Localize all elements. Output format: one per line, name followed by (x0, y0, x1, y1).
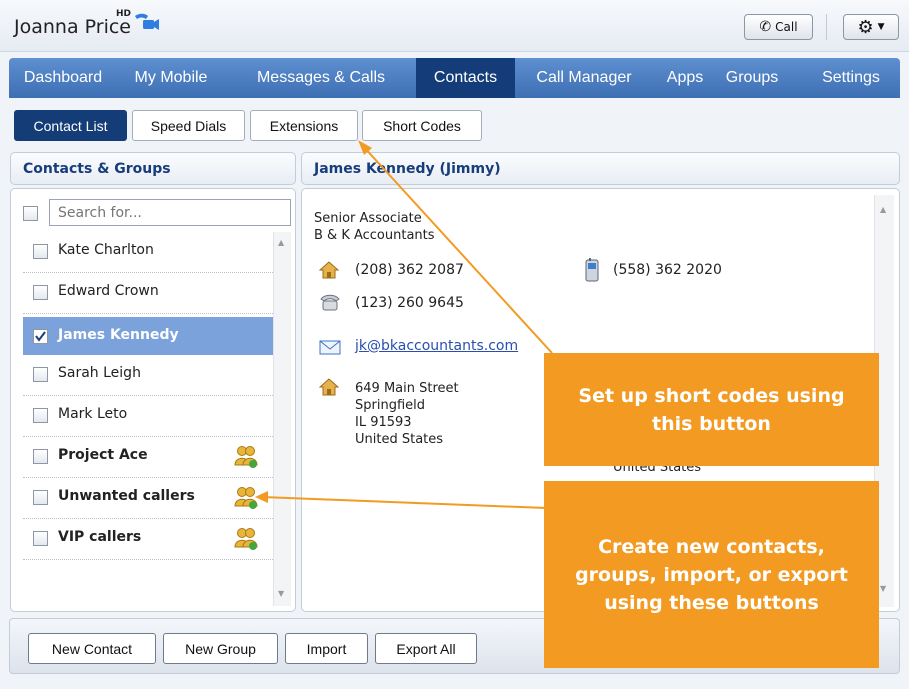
group-item[interactable]: Unwanted callers (23, 478, 273, 519)
list-item-selected[interactable]: James Kennedy (23, 317, 273, 355)
group-people-icon (234, 528, 258, 550)
export-all-button[interactable]: Export All (375, 633, 477, 664)
row-checkbox[interactable] (33, 490, 48, 505)
group-people-icon (234, 446, 258, 468)
nav-groups[interactable]: Groups (715, 58, 789, 98)
contact-name: Edward Crown (58, 283, 159, 299)
row-checkbox[interactable] (33, 244, 48, 259)
home-icon (319, 261, 339, 279)
address-street: 649 Main Street (355, 381, 459, 396)
group-item[interactable]: Project Ace (23, 437, 273, 478)
chevron-down-icon: ▼ (877, 22, 885, 32)
row-checkbox[interactable] (33, 367, 48, 382)
work-phone: (123) 260 9645 (355, 295, 464, 311)
list-item[interactable]: Mark Leto (23, 396, 273, 437)
mobile-phone-icon (585, 258, 599, 282)
tab-short-codes[interactable]: Short Codes (362, 110, 482, 141)
search-input[interactable] (49, 199, 291, 226)
work-phone-icon (320, 294, 340, 311)
row-checkbox[interactable] (33, 449, 48, 464)
contact-name: James Kennedy (58, 327, 179, 343)
tab-contact-list[interactable]: Contact List (14, 110, 127, 141)
import-button[interactable]: Import (285, 633, 368, 664)
list-item[interactable]: Sarah Leigh (23, 355, 273, 396)
contact-name: Sarah Leigh (58, 365, 141, 381)
company-name: B & K Accountants (314, 228, 435, 243)
scroll-up-icon[interactable]: ▲ (880, 205, 886, 214)
list-item[interactable]: Kate Charlton (23, 232, 273, 273)
scroll-down-icon[interactable]: ▼ (880, 584, 886, 593)
new-contact-button[interactable]: New Contact (28, 633, 156, 664)
row-checkbox-checked[interactable] (33, 329, 48, 344)
email-link[interactable]: jk@bkaccountants.com (355, 338, 518, 355)
nav-call-manager[interactable]: Call Manager (525, 58, 643, 98)
group-name: Project Ace (58, 447, 148, 463)
nav-contacts[interactable]: Contacts (416, 58, 515, 98)
video-call-icon[interactable] (133, 13, 159, 31)
nav-my-mobile[interactable]: My Mobile (125, 58, 217, 98)
group-name: Unwanted callers (58, 488, 195, 504)
nav-dashboard[interactable]: Dashboard (9, 58, 117, 98)
nav-apps[interactable]: Apps (657, 58, 713, 98)
address-state-zip: IL 91593 (355, 415, 412, 430)
home-phone: (208) 362 2087 (355, 262, 464, 278)
short-codes-callout: Set up short codes using this button (544, 353, 879, 466)
call-button-label: Call (775, 20, 798, 34)
email-icon (319, 340, 341, 355)
call-button[interactable]: ✆ Call (744, 14, 813, 40)
buttons-callout: Create new contacts, groups, import, or … (544, 481, 879, 668)
job-title: Senior Associate (314, 211, 422, 226)
check-icon (35, 331, 46, 342)
contact-name: Mark Leto (58, 406, 128, 422)
details-panel-header: James Kennedy (Jimmy) (301, 152, 900, 185)
new-group-button[interactable]: New Group (163, 633, 278, 664)
address-country: United States (355, 432, 444, 447)
contacts-panel-title: Contacts & Groups (23, 160, 171, 177)
hd-badge: HD (116, 9, 132, 19)
group-people-icon (234, 487, 258, 509)
list-item[interactable]: Edward Crown (23, 273, 273, 314)
contact-full-name: James Kennedy (Jimmy) (314, 160, 501, 177)
scroll-up-icon[interactable]: ▲ (278, 238, 284, 247)
nav-settings[interactable]: Settings (809, 58, 893, 98)
settings-button[interactable]: ⚙ ▼ (843, 14, 899, 40)
scroll-down-icon[interactable]: ▼ (278, 589, 284, 598)
gear-icon: ⚙ (857, 16, 874, 38)
nav-messages-calls[interactable]: Messages & Calls (245, 58, 397, 98)
row-checkbox[interactable] (33, 285, 48, 300)
user-name: Joanna Price (14, 16, 131, 38)
tab-extensions[interactable]: Extensions (250, 110, 358, 141)
group-name: VIP callers (58, 529, 142, 545)
row-checkbox[interactable] (33, 408, 48, 423)
contacts-panel-header: Contacts & Groups (10, 152, 296, 185)
main-nav: Dashboard My Mobile Messages & Calls Con… (9, 58, 900, 98)
select-all-checkbox[interactable] (23, 206, 38, 221)
mobile-phone: (558) 362 2020 (613, 262, 722, 278)
contacts-scrollbar[interactable]: ▲ ▼ (273, 232, 291, 606)
tab-speed-dials[interactable]: Speed Dials (132, 110, 245, 141)
row-checkbox[interactable] (33, 531, 48, 546)
contacts-panel: Kate Charlton Edward Crown James Kennedy… (10, 188, 296, 612)
contact-name: Kate Charlton (58, 242, 154, 258)
address-city: Springfield (355, 398, 426, 413)
header-divider (826, 14, 827, 40)
phone-icon: ✆ (759, 19, 772, 35)
group-item[interactable]: VIP callers (23, 519, 273, 560)
address-home-icon (319, 378, 339, 396)
